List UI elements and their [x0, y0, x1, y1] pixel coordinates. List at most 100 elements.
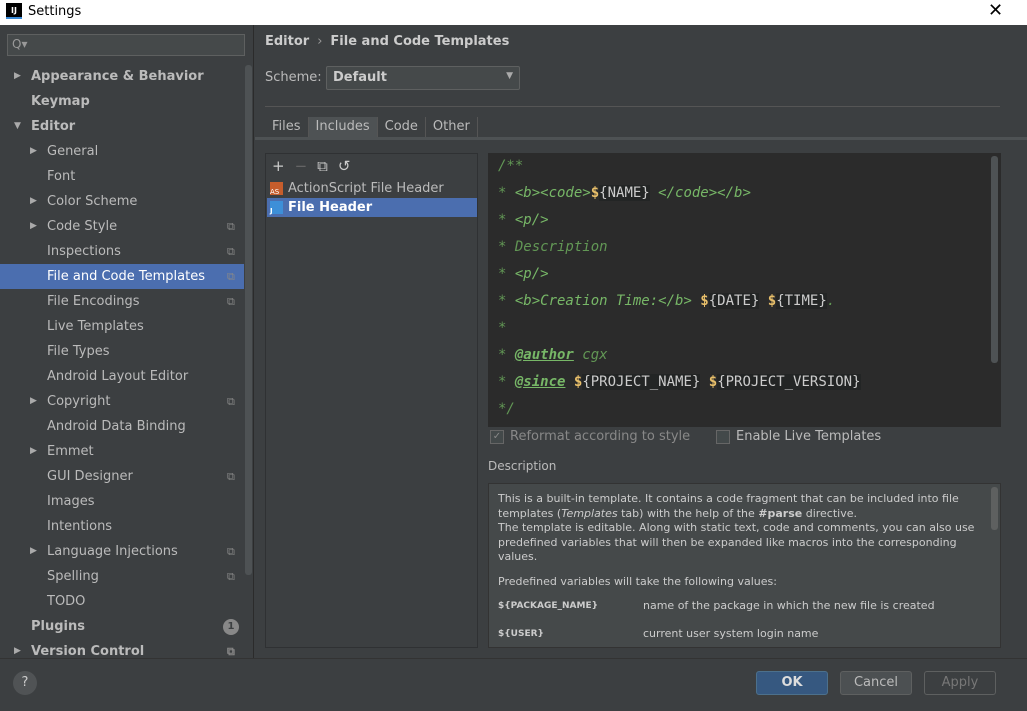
code-token: {DATE}: [708, 293, 760, 309]
add-icon[interactable]: +: [272, 157, 285, 175]
apply-button[interactable]: Apply: [924, 671, 996, 695]
sidebar-item[interactable]: Images: [0, 489, 244, 514]
sidebar-item[interactable]: Plugins 1: [0, 614, 244, 639]
reformat-label: Reformat according to style: [510, 429, 691, 444]
sidebar-item[interactable]: ▶ Language Injections ⧉: [0, 539, 244, 564]
chevron-right-icon[interactable]: ▶: [30, 214, 37, 239]
dialog-footer: ? OK Cancel Apply: [0, 658, 1027, 711]
sidebar-item[interactable]: File Encodings ⧉: [0, 289, 244, 314]
sidebar-item[interactable]: Spelling ⧉: [0, 564, 244, 589]
code-token: $: [700, 293, 709, 309]
sidebar-item[interactable]: Font: [0, 164, 244, 189]
sidebar-item-label: Android Layout Editor: [47, 369, 189, 384]
list-item-label: File Header: [288, 200, 373, 215]
reset-icon[interactable]: ↺: [338, 157, 351, 175]
chevron-right-icon[interactable]: ▶: [30, 539, 37, 564]
chevron-right-icon[interactable]: ▶: [14, 64, 21, 89]
description-vars-intro: Predefined variables will take the follo…: [498, 574, 777, 588]
sidebar-item-label: Font: [47, 169, 76, 184]
sidebar-item-label: Android Data Binding: [47, 419, 186, 434]
sidebar-item[interactable]: ▶ General: [0, 139, 244, 164]
help-button[interactable]: ?: [13, 671, 37, 695]
variable-description: name of the package in which the new fil…: [643, 599, 935, 612]
code-line: */: [498, 401, 515, 417]
sidebar-item-label: Editor: [31, 119, 76, 134]
sidebar-item[interactable]: File and Code Templates ⧉: [0, 264, 244, 289]
sidebar-item[interactable]: Android Data Binding: [0, 414, 244, 439]
code-line: * @author cgx: [498, 347, 608, 363]
project-scope-icon: ⧉: [227, 395, 235, 408]
code-token: *: [498, 293, 515, 309]
sidebar-item-label: TODO: [47, 594, 86, 609]
code-token: $: [590, 185, 600, 201]
variable-row: ${PACKAGE_NAME} name of the package in wh…: [498, 599, 991, 614]
chevron-right-icon[interactable]: ▶: [30, 189, 37, 214]
sidebar-item[interactable]: ▶ Code Style ⧉: [0, 214, 244, 239]
tab-code[interactable]: Code: [378, 117, 426, 138]
tab-other[interactable]: Other: [426, 117, 478, 138]
code-token: cgx: [573, 347, 608, 363]
scheme-dropdown[interactable]: Default ▼: [326, 66, 520, 90]
tab-files[interactable]: Files: [265, 117, 309, 138]
code-token: $: [767, 293, 777, 309]
list-toolbar: + − ⧉ ↺: [272, 157, 350, 175]
code-token: {NAME}: [599, 185, 650, 201]
remove-icon[interactable]: −: [295, 157, 308, 175]
code-token: <b>Creation Time:</b>: [514, 293, 701, 309]
copy-icon[interactable]: ⧉: [317, 157, 328, 175]
list-item[interactable]: J File Header: [267, 198, 477, 217]
sidebar-item[interactable]: ▶ Color Scheme: [0, 189, 244, 214]
sidebar-item[interactable]: ▶ Copyright ⧉: [0, 389, 244, 414]
chevron-down-icon[interactable]: ▼: [14, 114, 21, 139]
chevron-right-icon[interactable]: ▶: [30, 439, 37, 464]
sidebar-item[interactable]: ▶ Emmet: [0, 439, 244, 464]
description-panel: This is a built-in template. It contains…: [488, 483, 1001, 648]
code-line: * <p/>: [498, 266, 549, 282]
sidebar-item[interactable]: Inspections ⧉: [0, 239, 244, 264]
sidebar-item[interactable]: File Types: [0, 339, 244, 364]
cancel-button[interactable]: Cancel: [840, 671, 912, 695]
sidebar-item[interactable]: Keymap: [0, 89, 244, 114]
sidebar-item-label: File Types: [47, 344, 110, 359]
chevron-right-icon[interactable]: ▶: [30, 389, 37, 414]
reformat-checkbox[interactable]: ✓ Reformat according to style: [490, 429, 690, 444]
sidebar-scrollbar[interactable]: [245, 65, 252, 575]
code-token: <b><code>: [514, 185, 591, 201]
sidebar-item[interactable]: Android Layout Editor: [0, 364, 244, 389]
sidebar-item[interactable]: GUI Designer ⧉: [0, 464, 244, 489]
project-scope-icon: ⧉: [227, 470, 235, 483]
code-token: *: [498, 374, 515, 390]
code-token: *: [498, 266, 515, 282]
sidebar-item[interactable]: Live Templates: [0, 314, 244, 339]
code-token: */: [498, 401, 515, 417]
editor-scrollbar[interactable]: [991, 156, 998, 363]
template-code-editor[interactable]: /** * <b><code>${NAME} </code></b> * <p/> *…: [488, 153, 1001, 427]
variable-description: current user system login name: [643, 626, 819, 640]
sidebar-item-label: Intentions: [47, 519, 113, 534]
project-scope-icon: ⧉: [227, 245, 235, 258]
ok-button[interactable]: OK: [756, 671, 828, 695]
breadcrumb-parent[interactable]: Editor: [265, 34, 309, 49]
sidebar-item[interactable]: Intentions: [0, 514, 244, 539]
search-input[interactable]: Q▾: [7, 34, 245, 56]
tab-includes[interactable]: Includes: [308, 117, 378, 138]
code-token: {PROJECT_NAME}: [582, 374, 701, 390]
sidebar-item-label: File Encodings: [47, 294, 140, 309]
sidebar-item-label: GUI Designer: [47, 469, 133, 484]
code-line: * <b>Creation Time:</b> ${DATE} ${TIME}.: [498, 293, 835, 309]
chevron-right-icon[interactable]: ▶: [30, 139, 37, 164]
sidebar-item[interactable]: TODO: [0, 589, 244, 614]
sidebar-item-label: Copyright: [47, 394, 111, 409]
code-token: @author: [514, 347, 574, 363]
sidebar-item[interactable]: ▼ Editor: [0, 114, 244, 139]
sidebar-item[interactable]: ▶ Appearance & Behavior: [0, 64, 244, 89]
list-item[interactable]: AS ActionScript File Header: [267, 179, 477, 198]
sidebar-item-label: Code Style: [47, 219, 118, 234]
live-templates-checkbox[interactable]: Enable Live Templates: [716, 429, 881, 444]
update-badge: 1: [223, 619, 239, 635]
description-scrollbar[interactable]: [991, 487, 998, 530]
close-icon[interactable]: ✕: [988, 0, 1003, 21]
